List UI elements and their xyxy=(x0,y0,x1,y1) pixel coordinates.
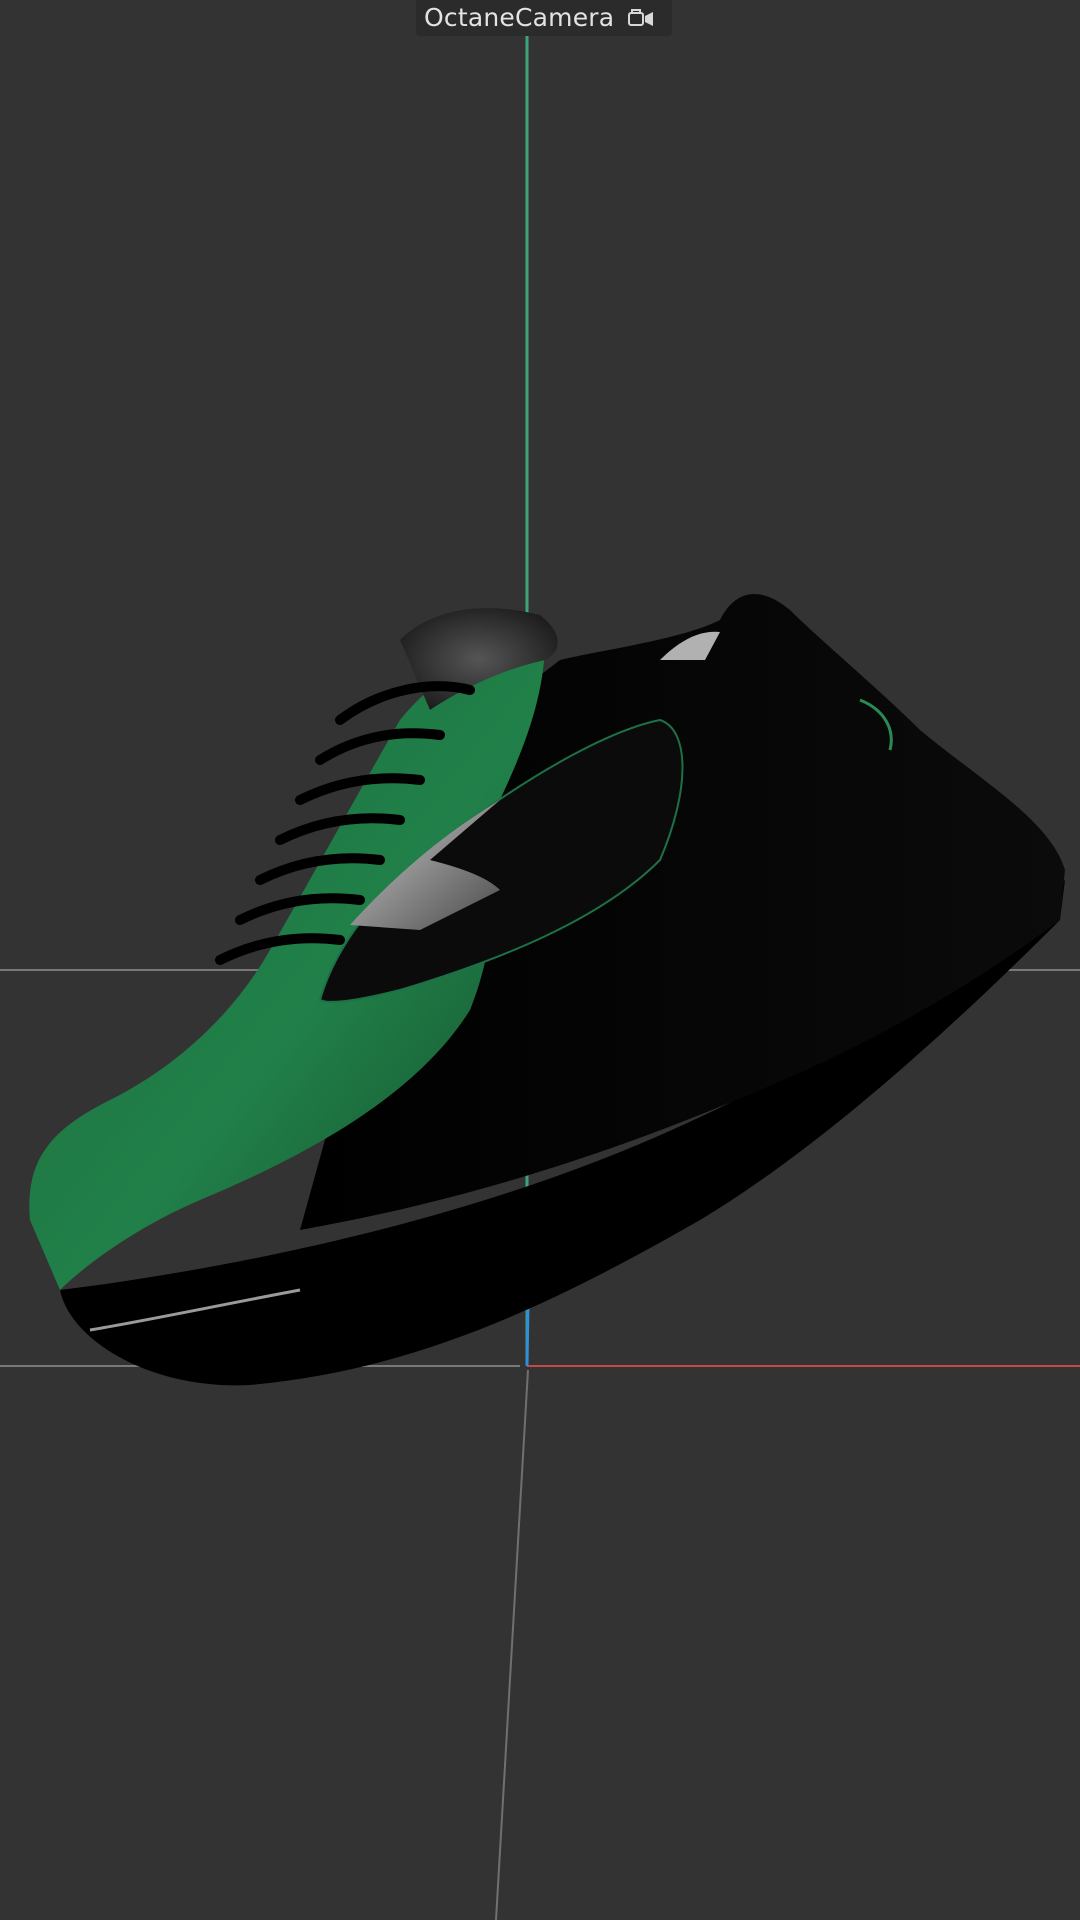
camera-name-label: OctaneCamera xyxy=(424,3,615,32)
viewport-scene[interactable] xyxy=(0,0,1080,1920)
grid-line-perspective xyxy=(495,1369,529,1920)
sneaker-model[interactable] xyxy=(29,593,1065,1386)
3d-viewport[interactable]: OctaneCamera xyxy=(0,0,1080,1920)
camera-indicator[interactable]: OctaneCamera xyxy=(416,0,672,36)
camera-lock-icon[interactable] xyxy=(626,5,656,31)
